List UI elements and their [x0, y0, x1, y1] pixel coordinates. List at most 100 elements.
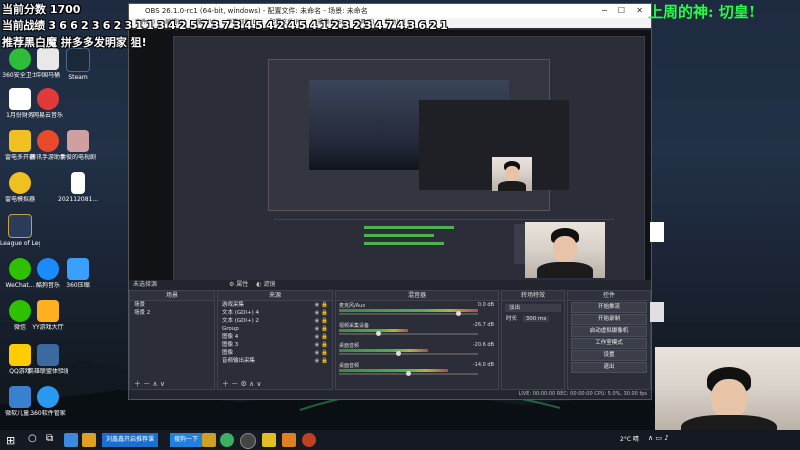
eye-icon[interactable]: ◉ 🔒	[315, 325, 328, 333]
score-overlay: 当前分数 1700	[2, 3, 81, 16]
remove-icon[interactable]: －	[143, 380, 150, 388]
exit-button[interactable]: 退出	[571, 362, 647, 373]
obs-docks: 场景 场景 场景 2 ＋ － ∧ ∨ 来源 游戏采集 ◉ 🔒 文本 (GDI+) …	[129, 290, 651, 390]
eye-icon[interactable]: ◉ 🔒	[315, 349, 328, 357]
close-icon[interactable]: ✕	[636, 4, 643, 18]
taskbar-app-orange-icon[interactable]	[282, 433, 296, 447]
obs-window[interactable]: OBS 26.1.0-rc1 (64-bit, windows) - 配置文件:…	[128, 3, 652, 400]
sources-controls: ＋ － ⚙ ∧ ∨	[218, 379, 332, 389]
volume-slider[interactable]	[376, 331, 381, 336]
desktop-icon-netease[interactable]: 网易云音乐	[28, 88, 68, 119]
scenes-header: 场景	[130, 291, 214, 301]
remove-icon[interactable]: －	[231, 380, 238, 388]
properties-button[interactable]: 属性	[236, 281, 248, 288]
start-streaming-button[interactable]: 开始推流	[571, 302, 647, 313]
recommend-overlay: 推荐黑白魔 拼多多发明家 狙!	[2, 36, 147, 49]
weather-label[interactable]: 2°C 晴	[620, 434, 639, 443]
desktop-icon-lol-pbe[interactable]: 英雄联盟体验服	[28, 344, 68, 375]
maximize-icon[interactable]: ☐	[618, 4, 625, 18]
desktop-icon-360-manager[interactable]: 360软件管家	[28, 386, 68, 417]
add-icon[interactable]: ＋	[222, 380, 229, 388]
scene-item[interactable]: 场景 2	[130, 309, 214, 317]
eye-icon[interactable]: ◉ 🔒	[315, 317, 328, 325]
eye-icon[interactable]: ◉ 🔒	[315, 301, 328, 309]
source-item[interactable]: 文本 (GDI+) 4 ◉ 🔒	[218, 309, 332, 317]
source-item[interactable]: 图像 ◉ 🔒	[218, 349, 332, 357]
source-item[interactable]: 图像 3 ◉ 🔒	[218, 341, 332, 349]
task-view-icon[interactable]: ⧉	[46, 433, 53, 444]
obs-window-title: OBS 26.1.0-rc1 (64-bit, windows) - 配置文件:…	[145, 7, 368, 15]
record-overlay: 当前战绩 3 6 6 2 3 6 2 3 1 1 3 4 2 5 7 3 7 3…	[2, 19, 448, 32]
taskbar: ⊞ ○ ⧉ 刘鑫鑫开启推荐课 搜狗一下 2°C 晴 ∧ ▭ ♪	[0, 430, 800, 450]
eye-icon[interactable]: ◉ 🔒	[315, 333, 328, 341]
down-icon[interactable]: ∨	[256, 380, 261, 388]
studio-mode-button[interactable]: 工作室模式	[571, 338, 647, 349]
mixer-channel: 桌面音频 -14.0 dB	[336, 361, 498, 381]
start-recording-button[interactable]: 开始录制	[571, 314, 647, 325]
obs-preview[interactable]	[129, 30, 651, 282]
up-icon[interactable]: ∧	[249, 380, 254, 388]
filters-button[interactable]: 滤镜	[263, 281, 275, 288]
desktop-icon-lol[interactable]: League of Legends	[0, 214, 40, 247]
transition-select[interactable]: 淡出	[505, 304, 561, 312]
desktop-icon-leidian[interactable]: 雷电模拟器	[0, 172, 40, 203]
filter-icon[interactable]: ◐	[256, 281, 261, 288]
scenes-dock: 场景 场景 场景 2 ＋ － ∧ ∨	[129, 290, 215, 390]
volume-slider[interactable]	[396, 351, 401, 356]
desktop-icon-right-file[interactable]	[650, 222, 664, 242]
gear-icon[interactable]: ⚙	[229, 281, 234, 288]
desktop-icon-file-2021[interactable]: 202112081...	[58, 172, 98, 203]
taskbar-item-search[interactable]: 搜狗一下	[170, 433, 203, 447]
volume-slider[interactable]	[406, 371, 411, 376]
scene-item[interactable]: 场景	[130, 301, 214, 309]
scenes-controls: ＋ － ∧ ∨	[130, 379, 214, 389]
eye-icon[interactable]: ◉ 🔒	[315, 309, 328, 317]
source-item[interactable]: 图像 4 ◉ 🔒	[218, 333, 332, 341]
taskbar-item-live[interactable]: 刘鑫鑫开启推荐课	[102, 433, 159, 447]
taskbar-obs-icon[interactable]	[240, 433, 256, 449]
duration-input[interactable]: 300 ms	[522, 316, 550, 322]
transitions-header: 转场特效	[502, 291, 564, 301]
controls-dock: 控件 开始推流 开始录制 启动虚拟摄像机 工作室模式 设置 退出	[567, 290, 651, 390]
add-icon[interactable]: ＋	[134, 380, 141, 388]
obs-source-toolbar: 未选择源 ⚙ 属性 ◐ 滤镜	[129, 280, 651, 290]
desktop-icon-steam[interactable]: Steam	[58, 48, 98, 81]
taskbar-app-red-icon[interactable]	[302, 433, 316, 447]
eye-icon[interactable]: ◉ 🔒	[315, 341, 328, 349]
source-item[interactable]: 音频输出采集 ◉ 🔒	[218, 357, 332, 365]
gear-icon[interactable]: ⚙	[240, 380, 246, 388]
preview-webcam-small	[492, 157, 532, 191]
taskbar-app-green-icon[interactable]	[220, 433, 234, 447]
mixer-header: 混音器	[336, 291, 498, 301]
god-overlay: 上周的神: 切皇!	[648, 3, 756, 21]
virtual-camera-button[interactable]: 启动虚拟摄像机	[571, 326, 647, 337]
transitions-dock: 转场特效 淡出 时长 300 ms	[501, 290, 565, 390]
search-icon[interactable]: ○	[28, 433, 37, 444]
source-item[interactable]: Group ◉ 🔒	[218, 325, 332, 333]
down-icon[interactable]: ∨	[160, 380, 165, 388]
controls-header: 控件	[568, 291, 650, 301]
eye-icon[interactable]: ◉ 🔒	[315, 357, 328, 365]
windows-start-icon[interactable]: ⊞	[6, 434, 15, 447]
no-source-selected-label: 未选择源	[133, 281, 158, 288]
minimize-icon[interactable]: ─	[602, 4, 607, 18]
preview-webcam	[525, 222, 605, 278]
mixer-channel: 视频采集设备 -26.7 dB	[336, 321, 498, 341]
taskbar-leidian-icon[interactable]	[262, 433, 276, 447]
duration-row: 时长 300 ms	[502, 315, 564, 323]
up-icon[interactable]: ∧	[152, 380, 157, 388]
settings-button[interactable]: 设置	[571, 350, 647, 361]
desktop-icon-yy[interactable]: YY游戏大厅	[28, 300, 68, 331]
taskbar-explorer-icon[interactable]	[202, 433, 216, 447]
webcam-overlay	[655, 347, 800, 432]
taskbar-browser-icon[interactable]	[64, 433, 78, 447]
tray-icons[interactable]: ∧ ▭ ♪	[648, 434, 669, 442]
desktop-icon-right-file-2[interactable]	[650, 302, 664, 322]
source-item[interactable]: 文本 (GDI+) 2 ◉ 🔒	[218, 317, 332, 325]
obs-title-bar[interactable]: OBS 26.1.0-rc1 (64-bit, windows) - 配置文件:…	[129, 4, 651, 18]
desktop-icon-tv-drama[interactable]: 俞俊的电视剧	[58, 130, 98, 161]
desktop-icon-360zip[interactable]: 360压缩	[58, 258, 98, 289]
taskbar-folder-icon[interactable]	[82, 433, 96, 447]
source-item[interactable]: 游戏采集 ◉ 🔒	[218, 301, 332, 309]
volume-slider[interactable]	[456, 311, 461, 316]
